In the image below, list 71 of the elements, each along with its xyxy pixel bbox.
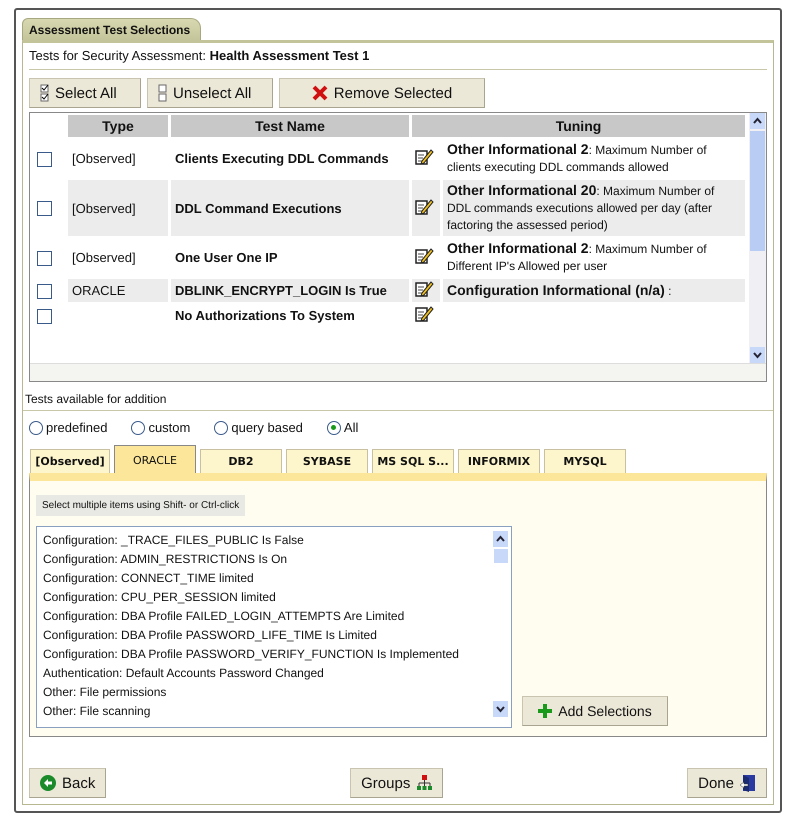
- tuning-cell: Configuration Informational (n/a) :: [447, 284, 672, 298]
- test-name-cell: DBLINK_ENCRYPT_LOGIN Is True: [175, 283, 387, 298]
- tuning-cell: Other Informational 2: Maximum Number of Different IP's Allowed per user: [447, 242, 707, 273]
- tuning-cell: Other Informational 20: Maximum Number of DDL commands executions allowed per day (after factoring the assessed period): [447, 184, 714, 232]
- footer-button[interactable]: Groups: [350, 768, 444, 798]
- toolbar-button[interactable]: Select All: [29, 78, 141, 108]
- footer-button[interactable]: Done: [687, 768, 767, 798]
- toolbar-button[interactable]: Unselect All: [147, 78, 273, 108]
- database-tab[interactable]: MS SQL S...: [372, 449, 454, 473]
- type-cell: [Observed]: [72, 151, 136, 166]
- database-tab[interactable]: DB2: [200, 449, 282, 473]
- database-tab[interactable]: ORACLE: [114, 445, 196, 473]
- list-item[interactable]: Configuration: ADMIN_RESTRICTIONS Is On: [43, 550, 488, 569]
- list-item[interactable]: Configuration: DBA Profile PASSWORD_VERIFY_FUNCTION Is Implemented: [43, 645, 488, 664]
- plus-icon: [538, 704, 552, 718]
- scrollbar[interactable]: [749, 113, 766, 363]
- panel-tab[interactable]: Assessment Test Selections: [22, 18, 202, 40]
- test-name-cell: One User One IP: [175, 250, 278, 265]
- list-item[interactable]: Configuration: CPU_PER_SESSION limited: [43, 588, 488, 607]
- list-item[interactable]: Configuration: DBA Profile FAILED_LOGIN_ATTEMPTS Are Limited: [43, 607, 488, 626]
- column-header: Test Name: [171, 115, 409, 137]
- column-header: Tuning: [412, 115, 745, 137]
- assessment-name: Health Assessment Test 1: [210, 48, 370, 63]
- test-name-cell: DDL Command Executions: [175, 200, 342, 216]
- add-selections-button[interactable]: Add Selections: [522, 696, 668, 726]
- list-item[interactable]: Configuration: _TRACE_FILES_PUBLIC Is False: [43, 531, 488, 550]
- type-cell: ORACLE: [72, 283, 126, 298]
- empty-boxes-icon: [158, 84, 167, 102]
- row-checkbox[interactable]: [37, 308, 52, 324]
- type-cell: [Observed]: [72, 250, 136, 265]
- list-item[interactable]: Configuration: DBA Profile PASSWORD_LIFE_TIME Is Limited: [43, 626, 488, 645]
- assessment-label: Tests for Security Assessment:: [29, 48, 206, 63]
- cross-icon: [312, 85, 328, 101]
- scroll-up-icon[interactable]: [750, 113, 765, 129]
- edit-icon[interactable]: [414, 304, 434, 324]
- hint-text: Select multiple items using Shift- or Ctrl-click: [36, 495, 246, 516]
- test-name-cell: Clients Executing DDL Commands: [175, 151, 389, 166]
- tuning-cell: Other Informational 2: Maximum Number of clients executing DDL commands allowed: [447, 143, 707, 174]
- filter-radio[interactable]: custom: [131, 420, 190, 435]
- filter-radio[interactable]: query based: [214, 420, 303, 435]
- scrollbar[interactable]: [492, 529, 509, 719]
- row-checkbox[interactable]: [37, 201, 52, 216]
- hierarchy-icon: [416, 775, 432, 791]
- database-tab[interactable]: SYBASE: [286, 449, 368, 473]
- edit-icon[interactable]: [414, 147, 434, 167]
- section-title: Tests available for addition: [23, 382, 773, 411]
- database-tab[interactable]: INFORMIX: [458, 449, 540, 473]
- column-header: Type: [68, 115, 168, 137]
- horizontal-scrollbar[interactable]: [30, 363, 766, 381]
- database-tab[interactable]: MYSQL: [544, 449, 626, 473]
- type-cell: [Observed]: [72, 200, 136, 216]
- database-tab[interactable]: [Observed]: [30, 449, 110, 473]
- edit-icon[interactable]: [414, 279, 434, 299]
- list-item[interactable]: Configuration: CONNECT_TIME limited: [43, 569, 488, 588]
- footer-button[interactable]: Back: [29, 768, 106, 798]
- filter-radio[interactable]: predefined: [29, 420, 108, 435]
- row-checkbox[interactable]: [37, 152, 52, 167]
- row-checkbox[interactable]: [37, 284, 52, 299]
- test-list[interactable]: [36, 526, 512, 728]
- checked-boxes-icon: [40, 84, 49, 102]
- scroll-down-icon[interactable]: [750, 347, 765, 363]
- toolbar-button[interactable]: Remove Selected: [279, 78, 485, 108]
- filter-radio[interactable]: All: [326, 420, 358, 435]
- list-item[interactable]: Other: File permissions: [43, 683, 488, 702]
- edit-icon[interactable]: [414, 246, 434, 266]
- list-item[interactable]: Other: File scanning: [43, 702, 488, 721]
- exit-door-icon: [740, 774, 756, 792]
- test-name-cell: No Authorizations To System: [175, 308, 355, 323]
- list-item[interactable]: Authentication: Default Accounts Password Changed: [43, 664, 488, 683]
- edit-icon[interactable]: [414, 196, 434, 216]
- row-checkbox[interactable]: [37, 250, 52, 266]
